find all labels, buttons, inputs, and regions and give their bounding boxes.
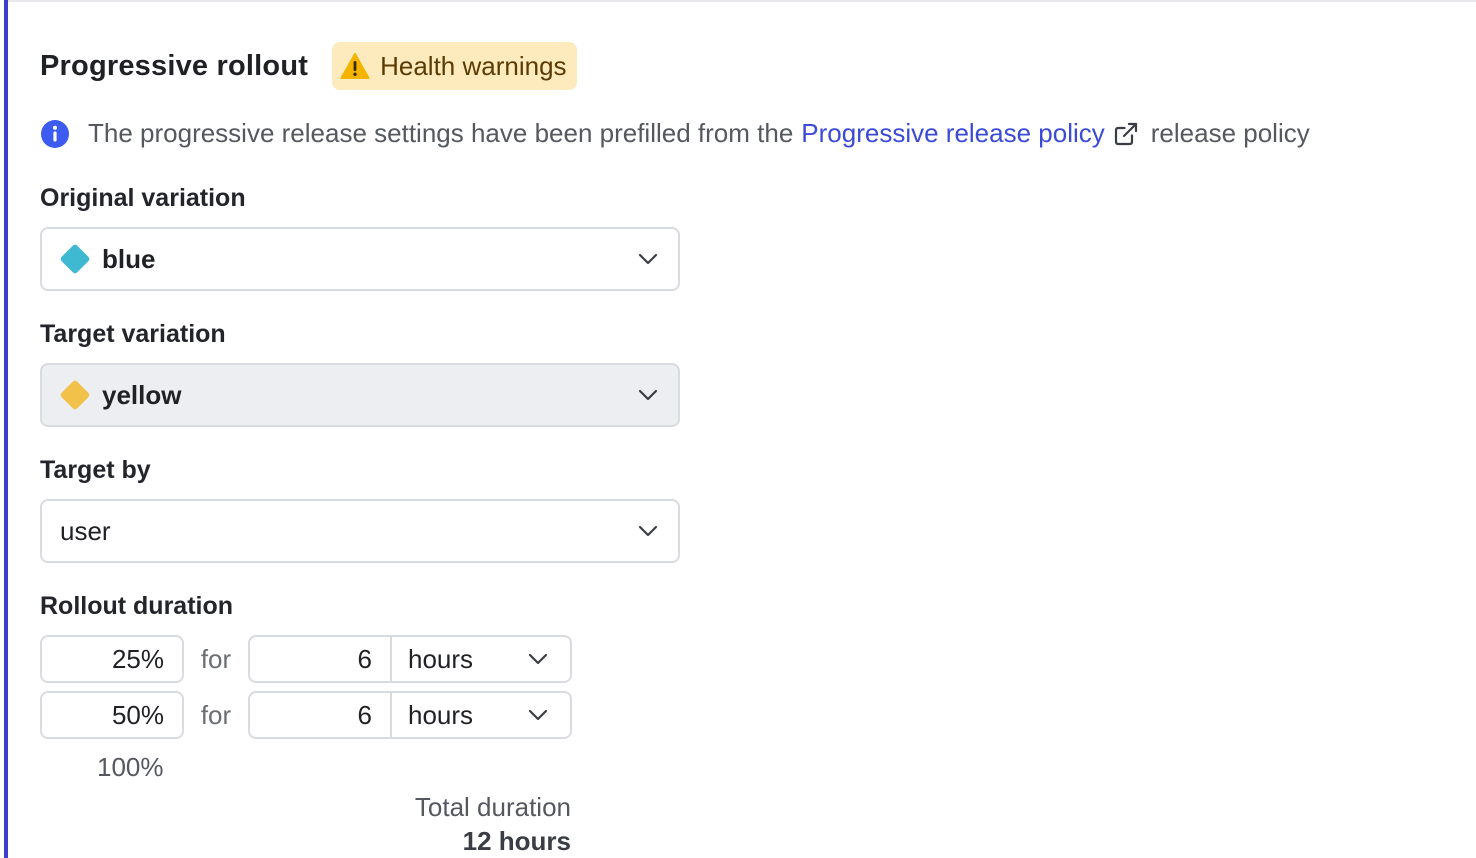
external-link-icon[interactable] (1113, 121, 1139, 147)
total-duration-label: Total duration (414, 792, 571, 822)
info-text-suffix: release policy (1150, 118, 1310, 148)
original-variation-select[interactable]: blue (40, 227, 680, 291)
badge-label: Health warnings (380, 50, 567, 81)
step-duration-input[interactable]: 6 (250, 693, 392, 737)
step-duration-input[interactable]: 6 (250, 637, 392, 681)
rollout-step-row: 50% for 6 hours (40, 691, 572, 739)
chevron-down-icon (638, 525, 658, 537)
target-variation-label: Target variation (40, 320, 226, 348)
original-variation-value: blue (102, 243, 156, 274)
health-warnings-badge[interactable]: Health warnings (332, 42, 577, 90)
chevron-down-icon (528, 709, 548, 721)
step-unit-select[interactable]: hours (392, 637, 570, 681)
info-circle-icon (41, 119, 69, 148)
progressive-rollout-panel: Progressive rollout Health warnings The … (40, 0, 1460, 858)
accent-rail (4, 0, 8, 858)
rollout-step-row: 25% for 6 hours (40, 635, 572, 683)
step-unit-value: hours (408, 643, 474, 674)
step-percent-input[interactable]: 50% (40, 691, 184, 739)
variation-color-swatch (59, 243, 91, 275)
original-variation-label: Original variation (40, 184, 246, 212)
prefill-info-message: The progressive release settings have be… (40, 118, 1310, 149)
chevron-down-icon (638, 253, 658, 265)
step-duration-group: 6 hours (248, 635, 572, 683)
target-by-label: Target by (40, 456, 151, 484)
for-label: for (200, 699, 232, 730)
section-title: Progressive rollout (40, 49, 309, 82)
target-by-value: user (60, 515, 111, 546)
info-text: The progressive release settings have be… (88, 118, 794, 148)
total-duration-value: 12 hours (462, 826, 571, 856)
step-duration-group: 6 hours (248, 691, 572, 739)
for-label: for (200, 643, 232, 674)
target-variation-select[interactable]: yellow (40, 363, 680, 427)
chevron-down-icon (528, 653, 548, 665)
step-percent-input[interactable]: 25% (40, 635, 184, 683)
warning-triangle-icon (340, 53, 370, 79)
variation-color-swatch (59, 379, 91, 411)
step-unit-select[interactable]: hours (392, 693, 570, 737)
chevron-down-icon (638, 389, 658, 401)
target-variation-value: yellow (102, 379, 182, 410)
final-percent: 100% (97, 752, 164, 782)
section-header: Progressive rollout Health warnings (40, 42, 577, 90)
target-by-select[interactable]: user (40, 499, 680, 563)
policy-link[interactable]: Progressive release policy (801, 118, 1104, 149)
step-unit-value: hours (408, 699, 474, 730)
rollout-duration-label: Rollout duration (40, 592, 234, 620)
